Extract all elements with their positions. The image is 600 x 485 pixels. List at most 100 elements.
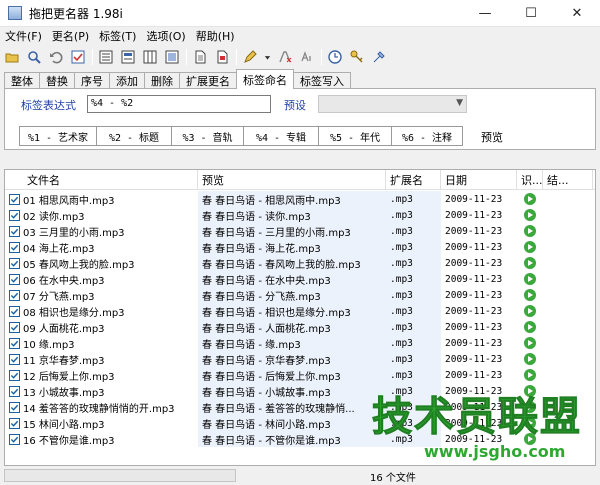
filename-text: 05 春风吻上我的脸.mp3 bbox=[23, 259, 135, 271]
row-checkbox[interactable] bbox=[9, 193, 20, 205]
field-track-button[interactable]: %3 - 音轨 bbox=[171, 126, 244, 146]
play-icon[interactable] bbox=[524, 369, 536, 381]
table-row[interactable]: 07 分飞燕.mp3 春 春日鸟语 - 分飞燕.mp3 .mp3 2009-11-23 bbox=[5, 287, 595, 303]
field-comment-button[interactable]: %6 - 注释 bbox=[391, 126, 463, 146]
table-row[interactable]: 04 海上花.mp3 春 春日鸟语 - 海上花.mp3 .mp3 2009-11-23 bbox=[5, 239, 595, 255]
open-folder-icon[interactable] bbox=[3, 48, 21, 66]
row-checkbox[interactable] bbox=[9, 417, 20, 429]
table-row[interactable]: 09 人面桃花.mp3 春 春日鸟语 - 人面桃花.mp3 .mp3 2009-11-… bbox=[5, 319, 595, 335]
row-checkbox[interactable] bbox=[9, 337, 20, 349]
preview-button[interactable]: 预览 bbox=[481, 129, 503, 145]
row-checkbox[interactable] bbox=[9, 241, 20, 253]
column-result[interactable]: 结... bbox=[543, 170, 593, 190]
row-checkbox[interactable] bbox=[9, 353, 20, 365]
cell-filename: 11 京华春梦.mp3 bbox=[5, 351, 198, 367]
filename-text: 15 林间小路.mp3 bbox=[23, 419, 105, 431]
tab-tag-write[interactable]: 标签写入 bbox=[293, 72, 351, 89]
table-row[interactable]: 08 相识也是缘分.mp3 春 春日鸟语 - 相识也是缘分.mp3 .mp3 2009… bbox=[5, 303, 595, 319]
column-date[interactable]: 日期 bbox=[441, 170, 517, 190]
field-artist-button[interactable]: %1 - 艺术家 bbox=[19, 126, 97, 146]
column-preview[interactable]: 预览 bbox=[198, 170, 386, 190]
cell-date: 2009-11-23 bbox=[445, 337, 503, 349]
play-icon[interactable] bbox=[524, 225, 536, 237]
play-icon[interactable] bbox=[524, 353, 536, 365]
table-row[interactable]: 06 在水中央.mp3 春 春日鸟语 - 在水中央.mp3 .mp3 2009-11-… bbox=[5, 271, 595, 287]
table-row[interactable]: 02 读你.mp3 春 春日鸟语 - 读你.mp3 .mp3 2009-11-23 bbox=[5, 207, 595, 223]
field-title-button[interactable]: %2 - 标题 bbox=[96, 126, 172, 146]
clock-icon[interactable] bbox=[326, 48, 344, 66]
row-checkbox[interactable] bbox=[9, 433, 20, 445]
row-checkbox[interactable] bbox=[9, 385, 20, 397]
play-icon[interactable] bbox=[524, 305, 536, 317]
row-checkbox[interactable] bbox=[9, 289, 20, 301]
menu-options[interactable]: 选项(O) bbox=[141, 28, 190, 44]
cell-status bbox=[517, 223, 543, 239]
cell-date: 2009-11-23 bbox=[445, 257, 503, 269]
play-icon[interactable] bbox=[524, 321, 536, 333]
menu-tag[interactable]: 标签(T) bbox=[94, 28, 141, 44]
play-icon[interactable] bbox=[524, 337, 536, 349]
case-icon[interactable] bbox=[298, 48, 316, 66]
list-view-icon[interactable] bbox=[97, 48, 115, 66]
clear-format-icon[interactable] bbox=[276, 48, 294, 66]
horizontal-scrollbar[interactable] bbox=[4, 469, 236, 482]
table-row[interactable]: 05 春风吻上我的脸.mp3 春 春日鸟语 - 春风吻上我的脸.mp3 .mp3 20… bbox=[5, 255, 595, 271]
panel-icon[interactable] bbox=[163, 48, 181, 66]
row-checkbox[interactable] bbox=[9, 225, 20, 237]
tools-icon[interactable] bbox=[370, 48, 388, 66]
field-album-button[interactable]: %4 - 专辑 bbox=[243, 126, 319, 146]
play-icon[interactable] bbox=[524, 289, 536, 301]
menu-rename[interactable]: 更名(P) bbox=[47, 28, 94, 44]
table-row[interactable]: 11 京华春梦.mp3 春 春日鸟语 - 京华春梦.mp3 .mp3 2009-11-… bbox=[5, 351, 595, 367]
columns-icon[interactable] bbox=[141, 48, 159, 66]
cell-filename: 10 缘.mp3 bbox=[5, 335, 198, 351]
column-filename[interactable]: 文件名 bbox=[5, 170, 198, 190]
cell-extension: .mp3 bbox=[386, 367, 441, 383]
table-row[interactable]: 12 后悔爱上你.mp3 春 春日鸟语 - 后悔爱上你.mp3 .mp3 2009-1… bbox=[5, 367, 595, 383]
row-checkbox[interactable] bbox=[9, 273, 20, 285]
pencil-icon[interactable] bbox=[241, 48, 259, 66]
column-status[interactable]: 识... bbox=[517, 170, 543, 190]
play-icon[interactable] bbox=[524, 209, 536, 221]
tab-overall[interactable]: 整体 bbox=[4, 72, 40, 89]
field-year-button[interactable]: %5 - 年代 bbox=[318, 126, 392, 146]
tab-replace[interactable]: 替换 bbox=[39, 72, 75, 89]
check-icon[interactable] bbox=[69, 48, 87, 66]
close-button[interactable]: ✕ bbox=[554, 0, 600, 27]
filename-text: 04 海上花.mp3 bbox=[23, 243, 95, 255]
document-icon[interactable] bbox=[191, 48, 209, 66]
row-checkbox[interactable] bbox=[9, 305, 20, 317]
menu-file[interactable]: 文件(F) bbox=[0, 28, 47, 44]
row-checkbox[interactable] bbox=[9, 321, 20, 333]
tab-delete[interactable]: 删除 bbox=[144, 72, 180, 89]
checkmark-icon bbox=[10, 436, 19, 443]
minimize-button[interactable]: — bbox=[462, 0, 508, 27]
tab-sequence[interactable]: 序号 bbox=[74, 72, 110, 89]
row-checkbox[interactable] bbox=[9, 401, 20, 413]
key-icon[interactable] bbox=[348, 48, 366, 66]
search-icon[interactable] bbox=[25, 48, 43, 66]
undo-icon[interactable] bbox=[47, 48, 65, 66]
table-row[interactable]: 01 相思风雨中.mp3 春 春日鸟语 - 相思风雨中.mp3 .mp3 2009-1… bbox=[5, 191, 595, 207]
tab-tag-naming[interactable]: 标签命名 bbox=[236, 69, 294, 89]
table-row[interactable]: 10 缘.mp3 春 春日鸟语 - 缘.mp3 .mp3 2009-11-23 bbox=[5, 335, 595, 351]
tag-expression-input[interactable]: %4 - %2 bbox=[87, 95, 271, 113]
play-icon[interactable] bbox=[524, 273, 536, 285]
row-checkbox[interactable] bbox=[9, 257, 20, 269]
preset-dropdown[interactable]: ▼ bbox=[318, 95, 467, 113]
details-view-icon[interactable] bbox=[119, 48, 137, 66]
play-icon[interactable] bbox=[524, 241, 536, 253]
menu-help[interactable]: 帮助(H) bbox=[191, 28, 240, 44]
row-checkbox[interactable] bbox=[9, 209, 20, 221]
play-icon[interactable] bbox=[524, 257, 536, 269]
table-row[interactable]: 03 三月里的小雨.mp3 春 春日鸟语 - 三月里的小雨.mp3 .mp3 2009… bbox=[5, 223, 595, 239]
rename-doc-icon[interactable] bbox=[213, 48, 231, 66]
column-extension[interactable]: 扩展名 bbox=[386, 170, 441, 190]
cell-preview: 春 春日鸟语 - 羞答答的玫瑰静悄... bbox=[198, 399, 386, 415]
dropdown-arrow-icon[interactable] bbox=[263, 48, 272, 66]
tab-extended-rename[interactable]: 扩展更名 bbox=[179, 72, 237, 89]
play-icon[interactable] bbox=[524, 193, 536, 205]
row-checkbox[interactable] bbox=[9, 369, 20, 381]
tab-add[interactable]: 添加 bbox=[109, 72, 145, 89]
maximize-button[interactable]: ☐ bbox=[508, 0, 554, 27]
